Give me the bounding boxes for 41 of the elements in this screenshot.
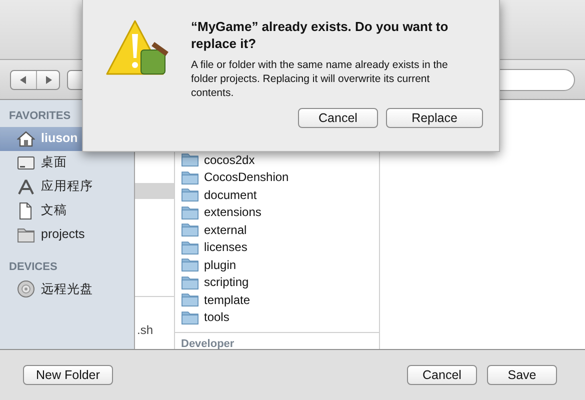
home-icon — [17, 130, 35, 148]
folder-name[interactable]: tools — [204, 308, 230, 326]
folder-icon — [181, 151, 199, 168]
folder-name[interactable]: CocosDenshion — [204, 168, 289, 186]
desktop-icon — [17, 154, 35, 172]
section-heading: FAVORITES — [8, 109, 72, 124]
new-folder-button[interactable]: New Folder — [23, 365, 113, 385]
folder-name[interactable]: external — [204, 220, 247, 239]
folder-name[interactable]: template — [204, 290, 250, 309]
folder-icon — [181, 291, 199, 308]
file-name[interactable]: .sh — [137, 321, 154, 339]
folder-name[interactable]: licenses — [204, 238, 248, 256]
folder-icon — [181, 308, 199, 326]
folder-icon — [181, 204, 199, 221]
back-forward-buttons[interactable] — [10, 70, 60, 90]
sidebar-item[interactable]: 远程光盘 — [0, 277, 134, 301]
replace-button[interactable]: Replace — [386, 108, 483, 128]
folder-icon — [17, 226, 35, 244]
folder-name[interactable]: extensions — [204, 203, 262, 222]
save-button[interactable]: Save — [487, 365, 557, 385]
folder-icon — [181, 186, 199, 204]
folder-icon — [181, 256, 199, 274]
folder-name[interactable]: scripting — [204, 273, 249, 292]
folder-name[interactable]: plugin — [204, 256, 236, 274]
cancel-button[interactable]: Cancel — [298, 108, 378, 128]
sidebar-item[interactable]: 文稿 — [0, 198, 134, 222]
dialog-message: A file or folder with the same name already exists in the folder projects. Replacing it will overwrite its current contents. — [191, 58, 449, 100]
cancel-button[interactable]: Cancel — [407, 365, 477, 385]
folder-icon — [181, 238, 199, 256]
disc-icon — [17, 280, 35, 298]
folder-icon — [181, 168, 199, 186]
sidebar-item[interactable]: 桌面 — [0, 150, 134, 174]
folder-name[interactable]: document — [204, 186, 257, 204]
folder-icon — [181, 274, 199, 291]
apps-icon — [17, 178, 35, 196]
sidebar-item[interactable]: projects — [0, 222, 134, 246]
section-heading: DEVICES — [8, 260, 58, 274]
folder-name[interactable]: cocos2dx — [204, 150, 255, 169]
folder-icon — [181, 221, 199, 238]
sidebar-item[interactable]: 应用程序 — [0, 174, 134, 198]
dialog-title: “MyGame” already exists. Do you want to replace it? — [191, 18, 450, 52]
